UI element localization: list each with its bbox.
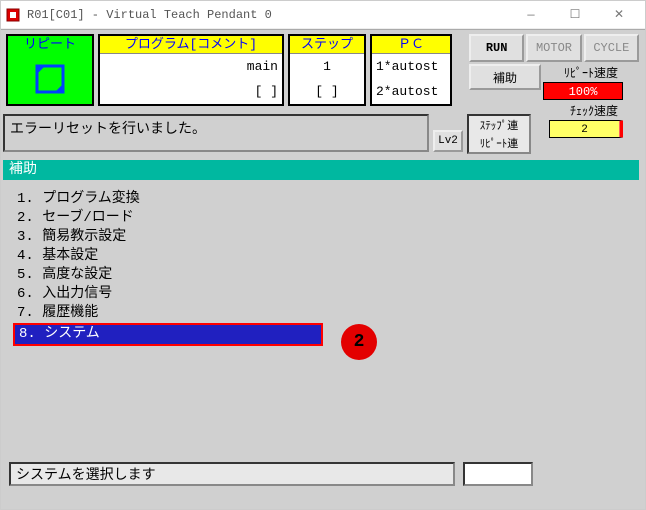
cycle-button[interactable]: CYCLE [584,34,639,62]
status-input[interactable] [463,462,533,486]
level-button[interactable]: Lv2 [433,130,463,152]
annotation-circle: 2 [341,324,377,360]
step-link-box[interactable]: ｽﾃｯﾌﾟ連 ﾘﾋﾟｰﾄ連 [467,114,531,154]
program-panel: プログラム[コメント] main [ ] [98,34,284,106]
menu-item-2[interactable]: 2. セーブ/ロード [13,209,323,228]
status-message: システムを選択します [9,462,455,486]
aux-button[interactable]: 補助 [469,64,541,90]
title-bar: R01[C01] - Virtual Teach Pendant 0 — ☐ ✕ [1,1,645,29]
program-line-2: [ ] [255,84,278,99]
close-button[interactable]: ✕ [597,2,641,28]
check-speed-value[interactable]: 2 [549,120,623,138]
repeat-speed-value: 100% [543,82,623,100]
step-panel: ステップ 1 [ ] [288,34,366,106]
maximize-button[interactable]: ☐ [553,2,597,28]
window-title: R01[C01] - Virtual Teach Pendant 0 [27,8,272,22]
app-icon [5,7,21,23]
repeat-panel[interactable]: リピート [6,34,94,106]
repeat-icon [31,54,69,104]
pc-line-2: 2*autost [376,84,438,99]
menu-item-8[interactable]: 8. システム [13,323,323,346]
step-link-2: ﾘﾋﾟｰﾄ連 [480,135,519,151]
repeat-label: リピート [24,36,76,54]
pc-line-1: 1*autost [376,59,438,74]
pc-header: ＰＣ [372,36,450,54]
menu-item-7[interactable]: 7. 履歴機能 [13,304,323,323]
menu-item-5[interactable]: 5. 高度な設定 [13,266,323,285]
help-title-bar: 補助 [3,160,639,180]
check-speed-label: ﾁｪｯｸ速度 [549,102,639,119]
pc-panel: ＰＣ 1*autost 2*autost [370,34,452,106]
step-header: ステップ [290,36,364,54]
menu-item-3[interactable]: 3. 簡易教示設定 [13,228,323,247]
program-header: プログラム[コメント] [100,36,282,54]
motor-button[interactable]: MOTOR [526,34,581,62]
message-box: エラーリセットを行いました。 [3,114,429,152]
minimize-button[interactable]: — [509,2,553,28]
menu-list: 1. プログラム変換 2. セーブ/ロード 3. 簡易教示設定 4. 基本設定 … [13,190,323,346]
step-line-2: [ ] [315,84,338,99]
step-line-1: 1 [323,59,331,74]
program-line-1: main [247,59,278,74]
repeat-speed-label: ﾘﾋﾟｰﾄ速度 [543,64,639,81]
menu-item-6[interactable]: 6. 入出力信号 [13,285,323,304]
step-link-1: ｽﾃｯﾌﾟ連 [480,117,519,133]
menu-item-4[interactable]: 4. 基本設定 [13,247,323,266]
menu-item-1[interactable]: 1. プログラム変換 [13,190,323,209]
run-button[interactable]: RUN [469,34,524,62]
